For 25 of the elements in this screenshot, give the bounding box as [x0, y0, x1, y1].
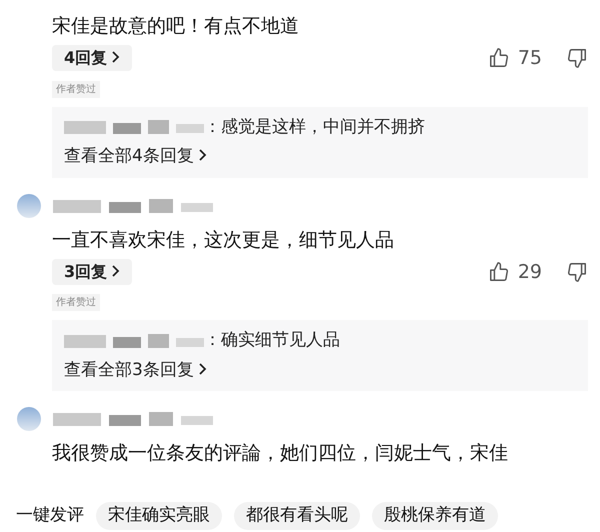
- author-liked-badge: 作者赞过: [52, 294, 100, 311]
- chevron-right-icon: [198, 148, 207, 162]
- replies-button[interactable]: 4回复: [52, 45, 132, 72]
- thumbs-up-icon[interactable]: [488, 260, 510, 283]
- quick-reply-chip[interactable]: 都很有看头呢: [234, 502, 360, 530]
- quick-reply-chip[interactable]: 殷桃保养有道: [372, 502, 498, 530]
- view-all-replies-link[interactable]: 查看全部3条回复: [64, 358, 576, 383]
- comment-text: 宋佳是故意的吧！有点不地道: [52, 14, 300, 39]
- chevron-right-icon: [198, 362, 207, 376]
- thumbs-down-icon[interactable]: [566, 47, 588, 70]
- reply-text: ：感觉是这样，中间并不拥挤: [204, 116, 425, 138]
- like-count: 75: [518, 46, 542, 71]
- quick-reply-chip[interactable]: 宋佳确实亮眼: [96, 502, 222, 530]
- thumbs-down-icon[interactable]: [566, 260, 588, 283]
- like-count: 29: [518, 260, 542, 284]
- thumbs-up-icon[interactable]: [488, 47, 510, 70]
- view-all-replies-link[interactable]: 查看全部4条回复: [64, 144, 576, 170]
- author-liked-badge: 作者赞过: [52, 80, 100, 98]
- comment-text: 一直不喜欢宋佳，这次更是，细节见人品: [52, 228, 395, 252]
- comment-text: 我很赞成一位条友的评論，她们四位，闫妮士气，宋佳: [52, 441, 509, 466]
- replies-button[interactable]: 3回复: [52, 258, 132, 285]
- chevron-right-icon: [111, 50, 120, 64]
- quick-reply-label: 一键发评: [16, 504, 84, 528]
- reply-text: ：确实细节见人品: [204, 329, 340, 352]
- chevron-right-icon: [111, 264, 120, 278]
